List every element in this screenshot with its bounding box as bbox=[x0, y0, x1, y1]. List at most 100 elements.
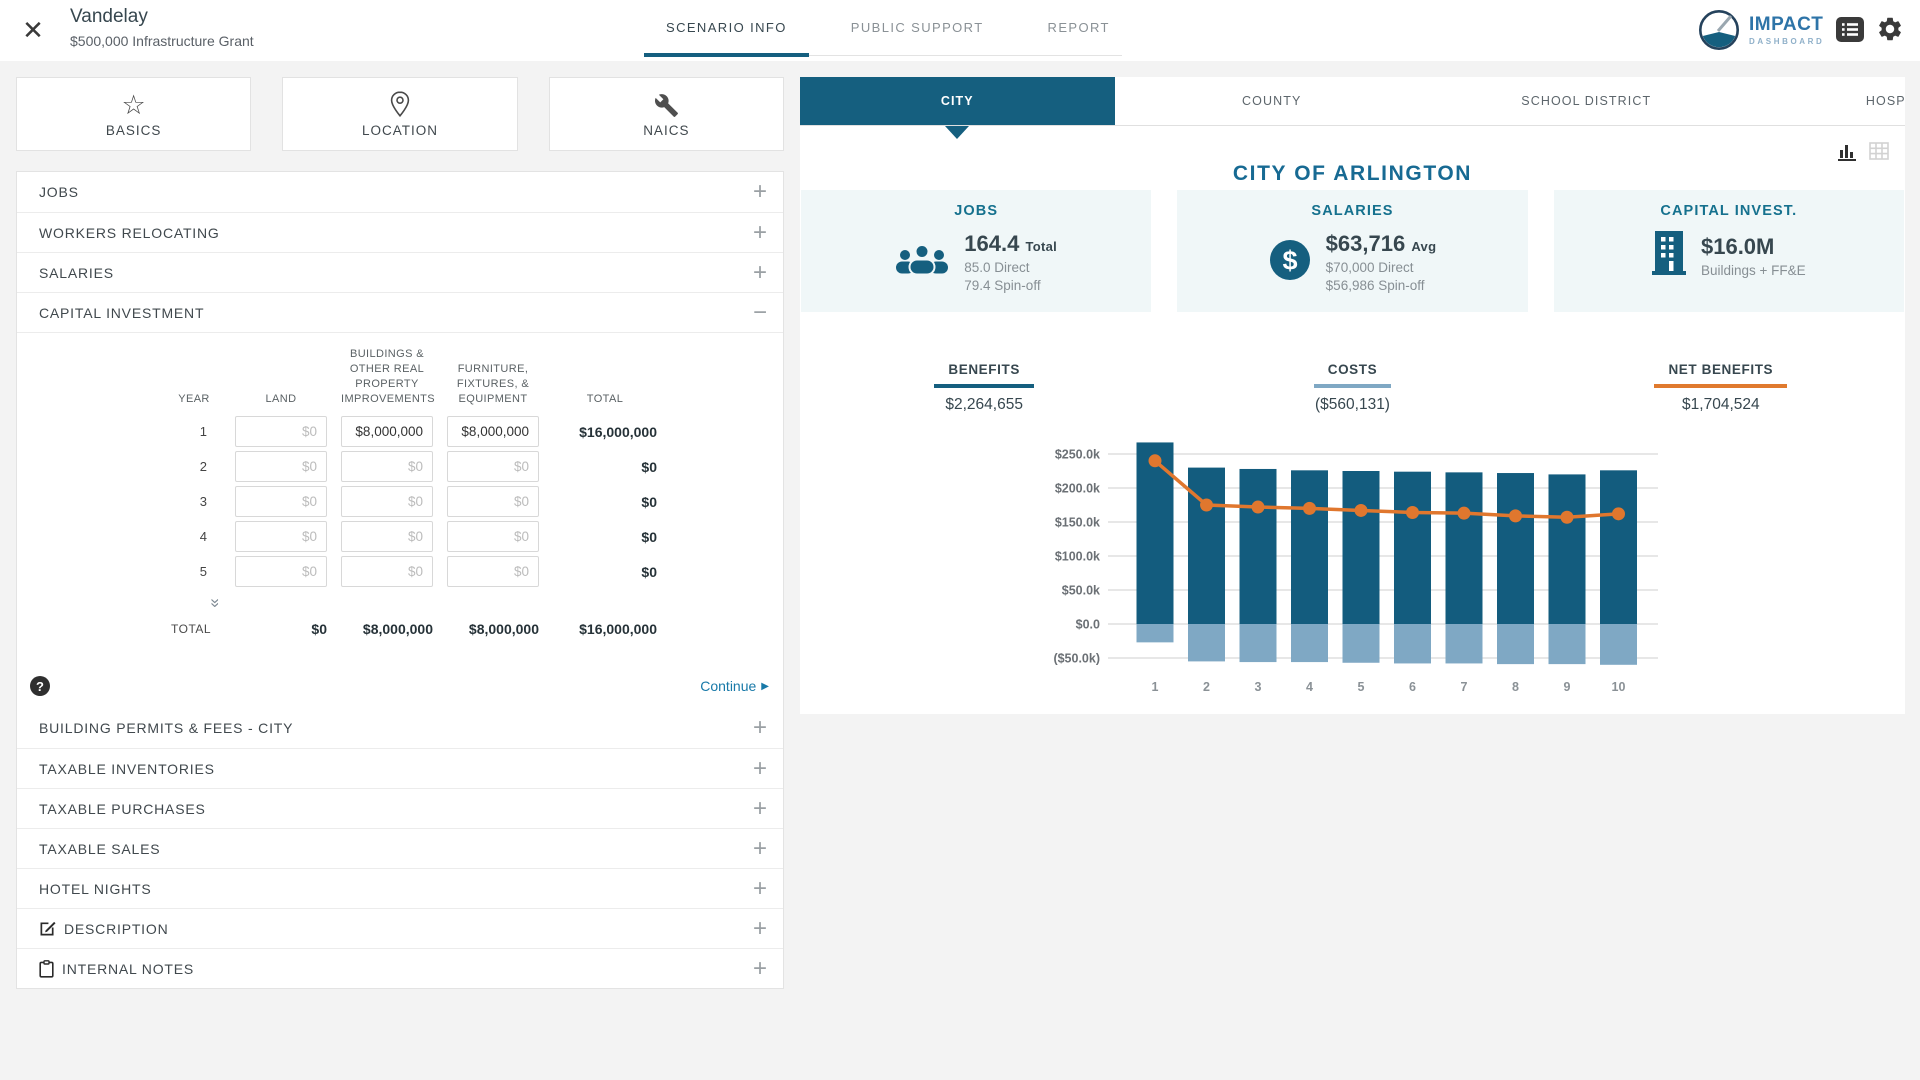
summary-label: COSTS bbox=[1313, 362, 1392, 388]
svg-text:1: 1 bbox=[1152, 680, 1159, 694]
year-label: 3 bbox=[199, 494, 207, 510]
card-label: NAICS bbox=[643, 123, 690, 138]
furniture-input[interactable] bbox=[447, 451, 539, 483]
expand-icon[interactable]: + bbox=[753, 956, 767, 980]
wrench-icon bbox=[654, 94, 678, 117]
stat-cards-row: JOBS 164.4 Total 85.0 Direct 79.4 Spin-off S… bbox=[801, 190, 1904, 312]
land-input[interactable] bbox=[235, 416, 327, 448]
setup-card-naics[interactable]: NAICS bbox=[548, 77, 784, 151]
stat-line3: $56,986 Spin-off bbox=[1325, 278, 1425, 293]
section-label: DESCRIPTION bbox=[64, 920, 169, 937]
continue-link[interactable]: Continue ▶ bbox=[700, 678, 769, 694]
summary-row: BENEFITS $2,264,655 COSTS ($560,131) NET BEN… bbox=[800, 361, 1905, 414]
clipboard-icon bbox=[39, 959, 54, 978]
geo-tab-hospital[interactable]: HOSPITAL bbox=[1744, 77, 1905, 125]
expand-icon[interactable]: + bbox=[753, 220, 767, 244]
expand-icon[interactable]: + bbox=[753, 756, 767, 780]
svg-text:7: 7 bbox=[1461, 680, 1468, 694]
svg-text:$50.0k: $50.0k bbox=[1062, 584, 1100, 598]
expand-icon[interactable]: + bbox=[753, 796, 767, 820]
svg-text:($50.0k): ($50.0k) bbox=[1053, 652, 1100, 666]
section-salaries[interactable]: SALARIES + bbox=[17, 252, 783, 292]
expand-icon[interactable]: + bbox=[753, 916, 767, 940]
capital-total-row: TOTAL $0 $8,000,000 $8,000,000 $16,000,0… bbox=[167, 621, 783, 637]
section-jobs[interactable]: JOBS + bbox=[17, 172, 783, 212]
summary-value: $2,264,655 bbox=[945, 396, 1023, 413]
summary-label: BENEFITS bbox=[934, 362, 1034, 388]
app-header: ✕ Vandelay $500,000 Infrastructure Grant… bbox=[0, 0, 1920, 61]
input-accordion: JOBS + WORKERS RELOCATING + SALARIES + C… bbox=[16, 171, 784, 989]
people-icon bbox=[896, 243, 949, 275]
edit-icon bbox=[40, 921, 56, 936]
help-icon[interactable]: ? bbox=[30, 676, 50, 696]
setup-card-location[interactable]: LOCATION bbox=[282, 77, 518, 151]
year-label: 5 bbox=[199, 564, 207, 580]
tab-report[interactable]: REPORT bbox=[1038, 0, 1120, 55]
total-furniture: $8,000,000 bbox=[468, 621, 539, 638]
section-workers-relocating[interactable]: WORKERS RELOCATING + bbox=[17, 212, 783, 252]
expand-icon[interactable]: + bbox=[753, 876, 767, 900]
buildings-input[interactable] bbox=[341, 416, 433, 448]
show-more-years-button[interactable]: » bbox=[189, 593, 243, 613]
geography-title: CITY OF ARLINGTON bbox=[1232, 162, 1473, 185]
tab-scenario-info[interactable]: SCENARIO INFO bbox=[644, 0, 809, 57]
section-building-permits-fees-city[interactable]: BUILDING PERMITS & FEES - CITY + bbox=[17, 708, 783, 748]
land-input[interactable] bbox=[235, 486, 327, 518]
expand-icon[interactable]: + bbox=[753, 260, 767, 284]
section-taxable-inventories[interactable]: TAXABLE INVENTORIES + bbox=[17, 748, 783, 788]
gauge-logo-icon bbox=[1698, 9, 1740, 51]
section-taxable-sales[interactable]: TAXABLE SALES + bbox=[17, 828, 783, 868]
stat-line2: $70,000 Direct bbox=[1325, 260, 1414, 275]
buildings-input[interactable] bbox=[341, 451, 433, 483]
col-buildings: BUILDINGS & OTHER REAL PROPERTY IMPROVEM… bbox=[341, 348, 436, 405]
active-tab-pointer bbox=[945, 126, 969, 139]
svg-text:$250.0k: $250.0k bbox=[1055, 448, 1100, 462]
land-input[interactable] bbox=[235, 451, 327, 483]
collapse-icon[interactable]: − bbox=[753, 300, 767, 324]
expand-icon[interactable]: + bbox=[753, 180, 767, 204]
scenario-input-column: ☆ BASICS LOCATION NAICS JOBS + WORKERS RELO… bbox=[16, 77, 784, 989]
section-taxable-purchases[interactable]: TAXABLE PURCHASES + bbox=[17, 788, 783, 828]
buildings-input[interactable] bbox=[341, 486, 433, 518]
stat-card-title: SALARIES bbox=[1311, 203, 1394, 219]
expand-icon[interactable]: + bbox=[753, 716, 767, 740]
svg-text:8: 8 bbox=[1512, 680, 1519, 694]
close-icon[interactable]: ✕ bbox=[16, 13, 50, 47]
buildings-input[interactable] bbox=[341, 521, 433, 553]
setup-card-basics[interactable]: ☆ BASICS bbox=[16, 77, 252, 151]
land-input[interactable] bbox=[235, 521, 327, 553]
total-buildings: $8,000,000 bbox=[362, 621, 433, 638]
list-menu-button[interactable] bbox=[1834, 13, 1866, 45]
tab-public-support[interactable]: PUBLIC SUPPORT bbox=[841, 0, 994, 55]
expand-icon[interactable]: + bbox=[753, 836, 767, 860]
section-hotel-nights[interactable]: HOTEL NIGHTS + bbox=[17, 868, 783, 908]
furniture-input[interactable] bbox=[447, 416, 539, 448]
stat-value: $63,716 Avg bbox=[1325, 231, 1437, 256]
table-grid-icon bbox=[1869, 142, 1889, 160]
land-input[interactable] bbox=[235, 556, 327, 588]
impact-chart-svg: $250.0k $200.0k $150.0k $100.0k $50.0k $0.0 ($… bbox=[1053, 442, 1658, 694]
svg-text:10: 10 bbox=[1612, 680, 1626, 694]
row-total: $0 bbox=[641, 563, 657, 580]
section-internal-notes[interactable]: INTERNAL NOTES + bbox=[17, 948, 783, 988]
buildings-input[interactable] bbox=[341, 556, 433, 588]
geo-tab-school-district[interactable]: SCHOOL DISTRICT bbox=[1429, 77, 1744, 125]
furniture-input[interactable] bbox=[447, 521, 539, 553]
section-capital-investment[interactable]: CAPITAL INVESTMENT − bbox=[17, 292, 783, 332]
section-label: HOTEL NIGHTS bbox=[39, 880, 152, 897]
geo-tab-city[interactable]: CITY bbox=[800, 77, 1115, 125]
stat-card-capital-invest-: CAPITAL INVEST. $16.0M Buildings + FF&E bbox=[1553, 190, 1904, 312]
furniture-input[interactable] bbox=[447, 556, 539, 588]
card-label: BASICS bbox=[105, 123, 162, 138]
stat-line2: Buildings + FF&E bbox=[1700, 262, 1806, 278]
furniture-input[interactable] bbox=[447, 486, 539, 518]
section-description[interactable]: DESCRIPTION + bbox=[17, 908, 783, 948]
col-year: YEAR bbox=[178, 392, 210, 405]
geography-tabs: CITYCOUNTYSCHOOL DISTRICTHOSPITAL bbox=[800, 77, 1905, 126]
geo-tab-county[interactable]: COUNTY bbox=[1115, 77, 1430, 125]
row-total: $0 bbox=[641, 458, 657, 475]
setup-cards-row: ☆ BASICS LOCATION NAICS bbox=[16, 77, 784, 151]
star-icon: ☆ bbox=[121, 90, 146, 120]
settings-button[interactable] bbox=[1874, 13, 1906, 45]
svg-text:$0.0: $0.0 bbox=[1076, 618, 1100, 632]
